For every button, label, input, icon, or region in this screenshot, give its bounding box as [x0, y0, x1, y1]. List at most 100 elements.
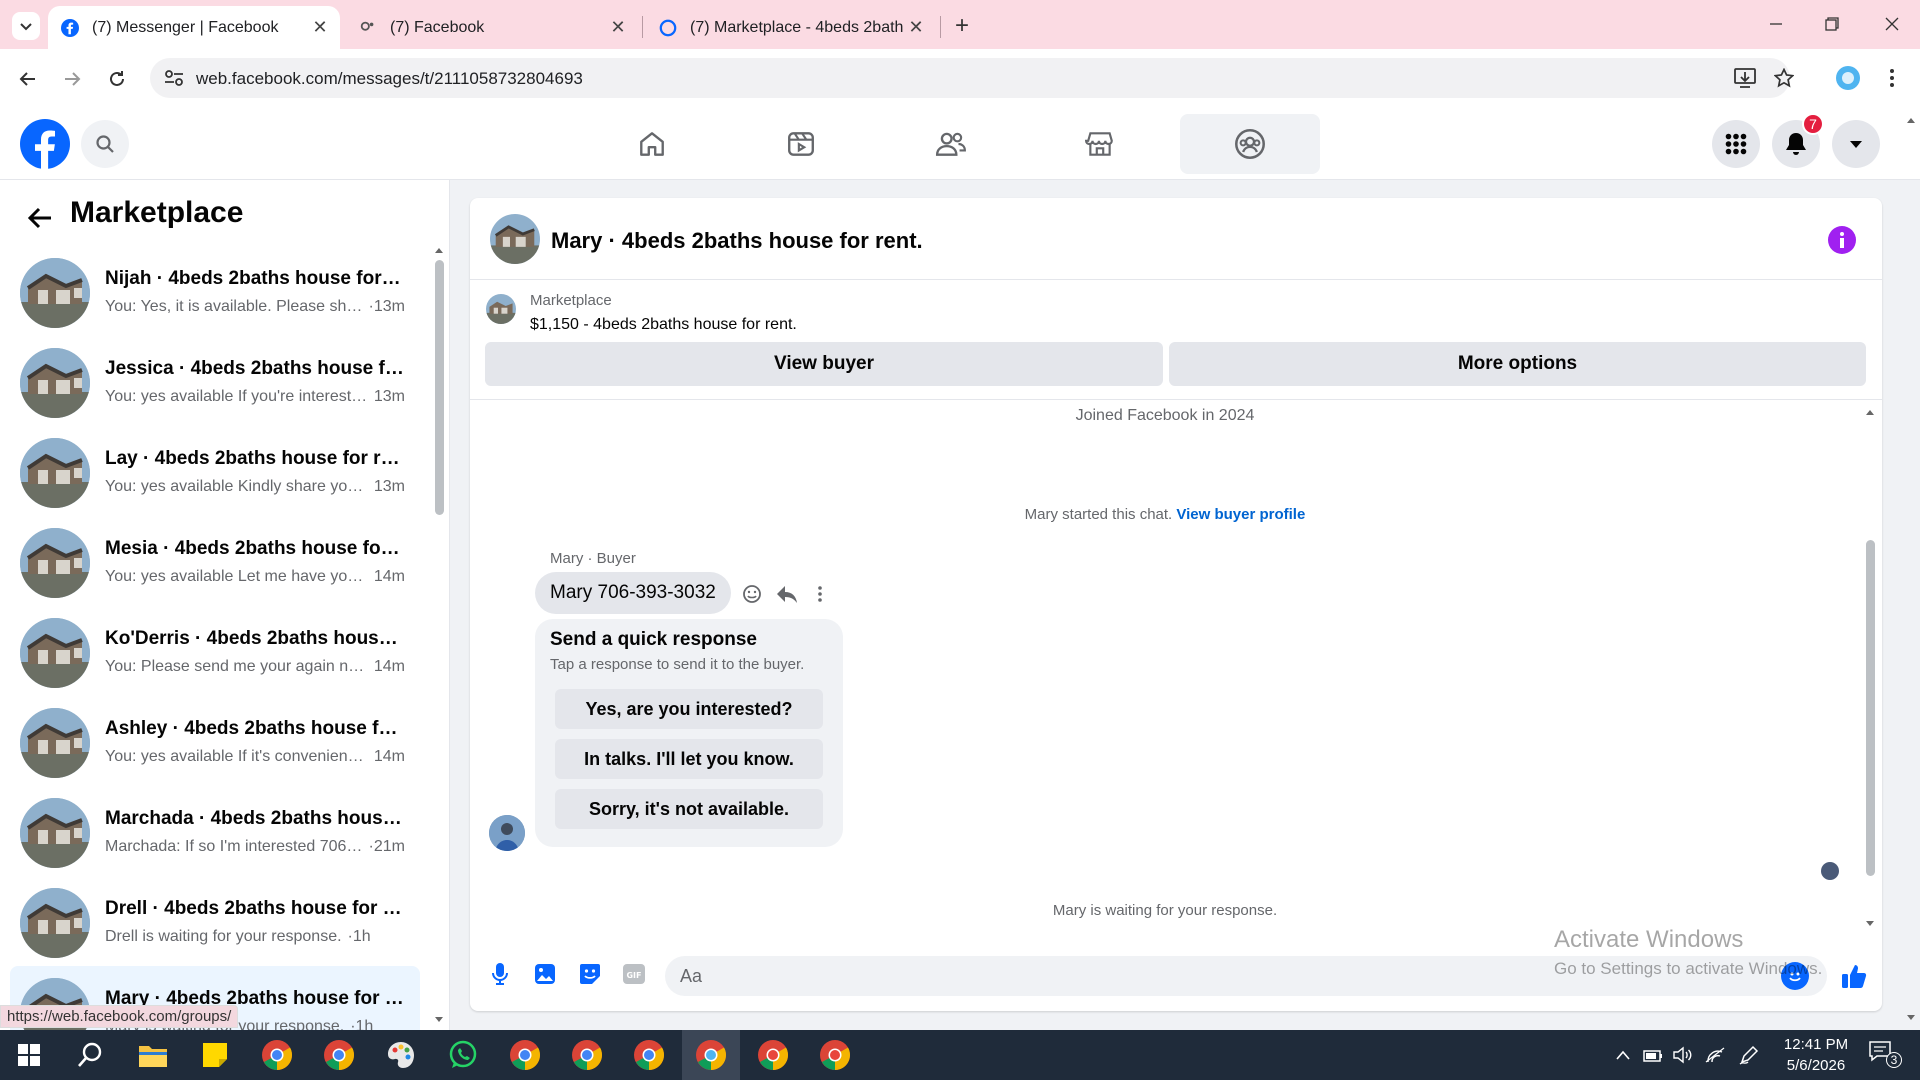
scrollbar-thumb[interactable]	[435, 260, 444, 515]
more-options-button[interactable]: More options	[1169, 342, 1866, 386]
nav-marketplace[interactable]	[1030, 114, 1170, 174]
listing-thumbnail[interactable]	[486, 294, 516, 324]
taskbar-chrome-5[interactable]	[620, 1030, 678, 1080]
voice-clip-button[interactable]	[486, 960, 514, 988]
tab-search-button[interactable]	[12, 12, 40, 40]
minimize-button[interactable]	[1756, 10, 1796, 38]
taskbar-chrome-3[interactable]	[496, 1030, 554, 1080]
nav-video[interactable]	[731, 114, 871, 174]
page-scrollbar-down-arrow[interactable]	[1904, 1012, 1918, 1024]
chat-info-button[interactable]	[1828, 226, 1856, 254]
sender-avatar[interactable]	[489, 815, 525, 851]
sticker-button[interactable]	[576, 960, 604, 988]
wifi-icon[interactable]	[1704, 1046, 1726, 1064]
chrome-icon	[820, 1040, 851, 1070]
conversation-item[interactable]: Marchada · 4beds 2baths house for rent. M…	[10, 786, 420, 874]
page-scrollbar-up-arrow[interactable]	[1904, 114, 1918, 126]
message-bubble[interactable]: Mary 706-393-3032	[535, 572, 731, 614]
notifications-button[interactable]: 7	[1772, 113, 1824, 168]
url-text[interactable]: web.facebook.com/messages/t/211105873280…	[196, 69, 583, 89]
waiting-text: Mary is waiting for your response.	[1052, 902, 1278, 919]
quick-reply-in-talks[interactable]: In talks. I'll let you know.	[555, 739, 823, 779]
conversation-item[interactable]: Drell · 4beds 2baths house for rent. Drel…	[10, 876, 420, 964]
close-tab-icon[interactable]: ✕	[308, 16, 332, 40]
close-window-button[interactable]	[1872, 10, 1912, 38]
view-buyer-profile-link[interactable]: View buyer profile	[1176, 506, 1305, 523]
taskbar-search-button[interactable]	[61, 1030, 119, 1080]
taskbar-paint[interactable]	[372, 1030, 430, 1080]
close-tab-icon[interactable]: ✕	[904, 16, 928, 40]
conversation-item[interactable]: Jessica · 4beds 2baths house for rent. Yo…	[10, 336, 420, 424]
back-button[interactable]	[10, 61, 46, 97]
bookmark-star-icon[interactable]	[1774, 68, 1794, 88]
taskbar-chrome-2[interactable]	[310, 1030, 368, 1080]
scrollbar-down-arrow[interactable]	[433, 1014, 445, 1026]
conversation-preview: Drell is waiting for your response. ·1h	[105, 928, 405, 946]
back-arrow-button[interactable]	[22, 200, 58, 236]
install-app-icon[interactable]	[1734, 68, 1756, 88]
conversation-name: Mesia · 4beds 2baths house for rent.	[105, 538, 405, 559]
scrollbar-up-arrow[interactable]	[433, 244, 445, 256]
nav-home[interactable]	[582, 114, 722, 174]
chat-scrollbar-up-arrow[interactable]	[1863, 406, 1877, 418]
pen-icon[interactable]	[1738, 1044, 1760, 1066]
address-bar[interactable]: web.facebook.com/messages/t/211105873280…	[150, 58, 1794, 98]
conversation-item[interactable]: Mesia · 4beds 2baths house for rent. You:…	[10, 516, 420, 604]
microphone-icon	[492, 963, 508, 985]
site-settings-icon[interactable]	[164, 69, 184, 87]
chat-title[interactable]: Mary · 4beds 2baths house for rent.	[551, 228, 923, 254]
quick-reply-not-available[interactable]: Sorry, it's not available.	[555, 789, 823, 829]
conversation-name: Drell · 4beds 2baths house for rent.	[105, 898, 405, 919]
browser-menu-button[interactable]	[1882, 65, 1902, 91]
notification-center-button[interactable]: 3	[1868, 1040, 1908, 1072]
conversation-item[interactable]: Ashley · 4beds 2baths house for rent. You…	[10, 696, 420, 784]
taskbar-chrome-1[interactable]	[248, 1030, 306, 1080]
chat-started-text: Mary started this chat.	[1024, 506, 1173, 523]
chat-scrollbar-down-arrow[interactable]	[1863, 918, 1877, 930]
restore-button[interactable]	[1812, 10, 1852, 38]
quick-reply-yes[interactable]: Yes, are you interested?	[555, 689, 823, 729]
taskbar-chrome-active[interactable]	[682, 1030, 740, 1080]
search-button[interactable]	[81, 120, 129, 168]
taskbar-sticky-notes[interactable]	[186, 1030, 244, 1080]
view-buyer-button[interactable]: View buyer	[485, 342, 1163, 386]
forward-button[interactable]	[54, 61, 90, 97]
battery-icon[interactable]	[1642, 1046, 1664, 1064]
conversation-item[interactable]: Ko'Derris · 4beds 2baths house for rent.…	[10, 606, 420, 694]
taskbar-chrome-7[interactable]	[744, 1030, 802, 1080]
start-button[interactable]	[0, 1030, 58, 1080]
react-button[interactable]	[740, 582, 764, 606]
tab-messenger[interactable]: (7) Messenger | Facebook ✕	[48, 6, 340, 49]
tab-facebook[interactable]: (7) Facebook ✕	[346, 6, 638, 49]
facebook-logo[interactable]	[20, 119, 70, 169]
clock[interactable]: 12:41 PM 5/6/2026	[1770, 1034, 1862, 1078]
tray-overflow-icon[interactable]	[1614, 1046, 1632, 1064]
taskbar-whatsapp[interactable]	[434, 1030, 492, 1080]
gif-button[interactable]: GIF	[620, 960, 648, 988]
conversation-time: ·1h	[347, 928, 371, 945]
nav-groups[interactable]	[1180, 114, 1320, 174]
attach-photo-button[interactable]	[531, 960, 559, 988]
chat-header-avatar[interactable]	[490, 214, 540, 264]
profile-avatar[interactable]	[1836, 66, 1860, 90]
message-more-button[interactable]	[808, 582, 832, 606]
like-button[interactable]	[1836, 958, 1872, 994]
conversation-item[interactable]: Lay · 4beds 2baths house for rent. You: y…	[10, 426, 420, 514]
new-tab-button[interactable]: +	[948, 12, 976, 40]
nav-friends[interactable]	[881, 114, 1021, 174]
close-tab-icon[interactable]: ✕	[606, 16, 630, 40]
account-button[interactable]	[1832, 120, 1880, 168]
tab-marketplace[interactable]: (7) Marketplace - 4beds 2baths ✕	[646, 6, 936, 49]
chat-scrollbar-thumb[interactable]	[1866, 540, 1875, 876]
reload-button[interactable]	[99, 61, 135, 97]
conversation-item[interactable]: Nijah · 4beds 2baths house for rent. You:…	[10, 246, 420, 334]
taskbar-chrome-4[interactable]	[558, 1030, 616, 1080]
volume-icon[interactable]	[1672, 1046, 1694, 1064]
quick-response-card: Send a quick response Tap a response to …	[535, 619, 843, 847]
menu-button[interactable]	[1712, 120, 1760, 168]
taskbar-chrome-8[interactable]	[806, 1030, 864, 1080]
taskbar-file-explorer[interactable]	[124, 1030, 182, 1080]
listing-title[interactable]: $1,150 - 4beds 2baths house for rent.	[530, 316, 797, 334]
reply-button[interactable]	[775, 582, 799, 606]
message-text[interactable]: Mary 706-393-3032	[550, 582, 716, 604]
